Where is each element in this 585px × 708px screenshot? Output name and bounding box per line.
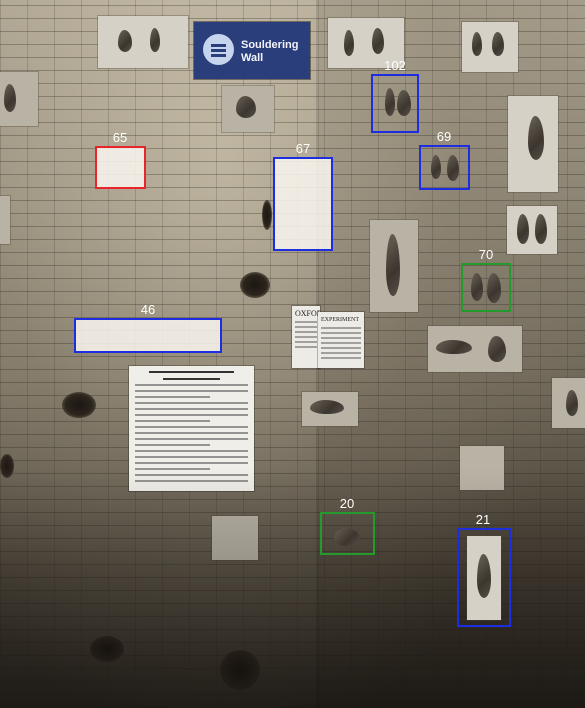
photo-scene: Souldering Wall OXFORD EXPERIMENT 65 67 … [0, 0, 585, 708]
flint-specimen [488, 336, 506, 362]
annotation-label-20: 20 [339, 496, 355, 511]
specimen-card [0, 196, 10, 244]
annotation-label-70: 70 [478, 247, 494, 262]
sign-logo-icon [203, 34, 234, 65]
specimen-card [222, 86, 274, 132]
flint-specimen [344, 30, 354, 56]
flint-specimen [477, 554, 491, 598]
specimen-card [0, 72, 38, 126]
flint-specimen [472, 32, 482, 56]
annotation-label-46: 46 [140, 302, 156, 317]
annotation-box-46 [74, 318, 222, 353]
specimen-card [507, 206, 557, 254]
flint-specimen [535, 214, 547, 244]
flint-specimen [517, 214, 529, 244]
paper-notice-left: OXFORD [292, 306, 320, 368]
specimen-card [370, 220, 418, 312]
annotation-box-21 [457, 528, 511, 627]
flint-specimen [566, 390, 578, 416]
annotation-box-70 [461, 263, 511, 312]
flint-specimen [487, 273, 501, 303]
specimen-card [467, 536, 501, 620]
sign-title: Souldering Wall [241, 39, 307, 65]
paper-title: OXFORD [295, 309, 320, 318]
annotation-box-69 [419, 145, 470, 190]
annotation-label-102: 102 [384, 58, 406, 73]
flint-specimen [310, 400, 344, 414]
specimen-card [428, 326, 522, 372]
annotation-label-67: 67 [295, 141, 311, 156]
sign-title-line1: Souldering [241, 39, 299, 51]
annotation-box-65 [95, 146, 146, 189]
wall-hole [262, 200, 272, 230]
flint-specimen [150, 28, 160, 52]
flint-specimen [528, 116, 544, 160]
specimen-card [98, 16, 188, 68]
specimen-card [508, 96, 558, 192]
flint-specimen [372, 28, 384, 54]
annotation-box-102 [371, 74, 419, 133]
flint-specimen [492, 32, 504, 56]
specimen-card [462, 22, 518, 72]
sign-title-line2: Wall [241, 52, 264, 64]
specimen-card [302, 392, 358, 426]
flint-specimen [334, 528, 360, 546]
wall-hole [240, 272, 270, 298]
wall-sign: Souldering Wall [194, 22, 310, 79]
flint-specimen [447, 155, 459, 181]
flint-specimen [386, 234, 400, 296]
flint-specimen [431, 155, 441, 179]
flint-specimen [471, 273, 483, 301]
annotation-label-69: 69 [436, 129, 452, 144]
annotation-label-65: 65 [112, 130, 128, 145]
annotation-label-21: 21 [475, 512, 491, 527]
flint-specimen [436, 340, 472, 354]
paper-subtitle: EXPERIMENT [321, 317, 359, 323]
flint-specimen [236, 96, 256, 118]
flint-specimen [118, 30, 132, 52]
flint-specimen [4, 84, 16, 112]
annotation-box-67 [273, 157, 333, 251]
specimen-card [552, 378, 585, 428]
annotation-box-20 [320, 512, 375, 555]
paper-notice-right: EXPERIMENT [318, 312, 364, 368]
flint-specimen [397, 90, 411, 116]
flint-specimen [385, 88, 395, 116]
wall-hole [62, 392, 96, 418]
